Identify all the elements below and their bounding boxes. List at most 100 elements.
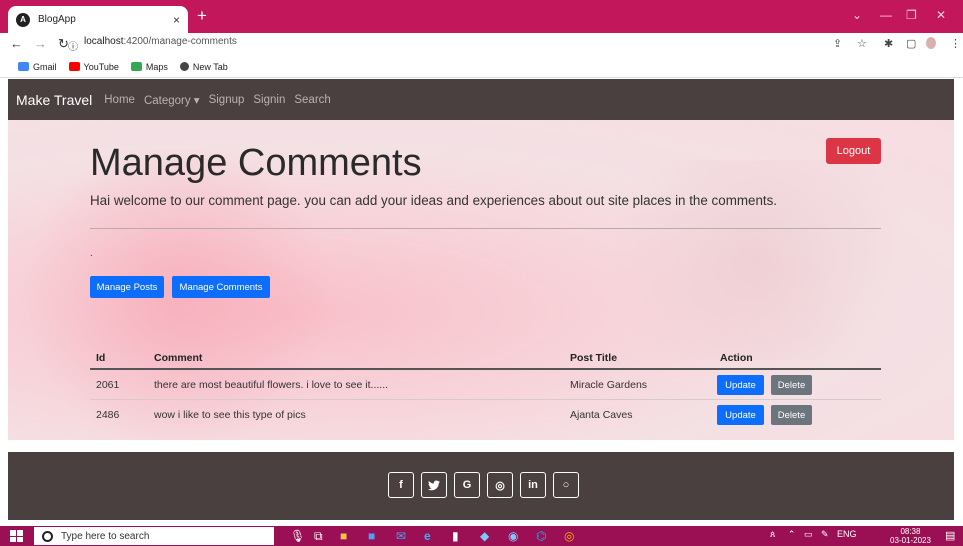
cell-id: 2061 <box>96 379 120 391</box>
facebook-icon[interactable]: f <box>388 472 414 498</box>
mail-icon[interactable]: ✉ <box>396 529 406 543</box>
cell-comment: wow i like to see this type of pics <box>154 409 306 421</box>
cell-post-title: Miracle Gardens <box>570 379 648 391</box>
page-title: Manage Comments <box>90 142 422 184</box>
gmail-icon <box>18 62 29 71</box>
bookmark-label: Gmail <box>33 61 57 72</box>
cortana-icon <box>42 530 53 542</box>
site-footer: f G ◎ in ○ <box>8 452 954 520</box>
manage-comments-button[interactable]: Manage Comments <box>172 276 270 298</box>
forward-icon[interactable]: → <box>34 36 47 51</box>
social-links: f G ◎ in ○ <box>388 472 586 498</box>
cell-comment: there are most beautiful flowers. i love… <box>154 379 389 391</box>
edge-icon[interactable]: e <box>424 529 431 543</box>
nav-category-dropdown[interactable]: Category ▾ <box>144 93 200 107</box>
menu-icon[interactable]: ⋮ <box>950 37 961 50</box>
chrome-icon[interactable]: ◎ <box>564 529 574 543</box>
window-close-icon[interactable]: ✕ <box>936 8 946 22</box>
task-view-icon[interactable]: ⧉ <box>314 529 323 544</box>
linkedin-icon[interactable]: in <box>520 472 546 498</box>
nav-search[interactable]: Search <box>294 94 330 106</box>
address-bar[interactable]: localhost:4200/manage-comments <box>84 36 237 47</box>
chevron-up-icon[interactable]: ⌃ <box>788 529 796 539</box>
angular-favicon-icon: A <box>16 12 30 27</box>
minimize-icon[interactable]: — <box>880 8 892 22</box>
url-host: localhost <box>84 36 124 47</box>
table-header: Id Comment Post Title Action <box>90 346 881 370</box>
table-row: 2061 there are most beautiful flowers. i… <box>90 370 881 400</box>
nav-signin[interactable]: Signin <box>253 94 285 106</box>
header-id: Id <box>96 352 106 364</box>
battery-icon[interactable]: ▭ <box>804 529 813 539</box>
search-placeholder: Type here to search <box>61 530 150 542</box>
browser-tab[interactable]: A BlogApp × <box>8 6 188 33</box>
share-icon[interactable]: ⇪ <box>833 37 842 50</box>
windows-start-icon[interactable] <box>10 530 24 542</box>
new-tab-button[interactable]: + <box>197 6 207 26</box>
delete-button[interactable]: Delete <box>771 375 812 395</box>
bookmark-label: Maps <box>145 61 168 72</box>
bookmark-label: New Tab <box>192 61 228 72</box>
main-content: Logout Manage Comments Hai welcome to ou… <box>8 120 954 440</box>
notepad-icon[interactable]: ▮ <box>452 529 459 543</box>
header-action: Action <box>720 352 753 364</box>
side-panel-icon[interactable]: ▢ <box>906 37 916 50</box>
delete-button[interactable]: Delete <box>771 405 812 425</box>
new-tab-icon <box>179 62 189 71</box>
logout-button[interactable]: Logout <box>826 138 881 164</box>
bookmark-maps[interactable]: Maps <box>130 61 168 72</box>
tab-title: BlogApp <box>38 14 76 25</box>
back-icon[interactable]: ← <box>10 36 23 51</box>
browser-tab-strip: A BlogApp × + ⌄ — ❐ ✕ <box>0 0 963 33</box>
browser-toolbar: ← → ↻ ⓘ localhost:4200/manage-comments ⇪… <box>0 33 963 56</box>
people-icon[interactable]: ጰ <box>770 529 775 539</box>
google-icon[interactable]: G <box>454 472 480 498</box>
tab-close-icon[interactable]: × <box>173 13 180 27</box>
divider <box>90 228 881 229</box>
vscode-icon[interactable]: ⌬ <box>536 529 546 543</box>
header-post-title: Post Title <box>570 352 618 364</box>
azure-icon[interactable]: ◆ <box>480 529 489 543</box>
bookmark-gmail[interactable]: Gmail <box>18 62 57 72</box>
bookmark-star-icon[interactable]: ☆ <box>857 37 867 50</box>
github-icon[interactable]: ○ <box>553 472 579 498</box>
url-path: :4200/manage-comments <box>123 36 237 47</box>
nav-signup[interactable]: Signup <box>209 94 245 106</box>
microphone-icon[interactable]: 🎙 <box>290 529 305 543</box>
taskbar-search-input[interactable]: Type here to search <box>34 527 274 545</box>
system-tray: ጰ ⌃ ▭ ✎ ENG <box>770 529 857 540</box>
extensions-icon[interactable]: ✱ <box>884 37 893 50</box>
maps-icon <box>130 62 142 71</box>
clock-time: 08:38 <box>900 527 921 536</box>
language-indicator[interactable]: ENG <box>837 529 857 539</box>
update-button[interactable]: Update <box>717 375 764 395</box>
dot-text: . <box>90 248 93 259</box>
notifications-icon[interactable]: ▤ <box>945 529 955 542</box>
restore-icon[interactable]: ❐ <box>906 8 917 22</box>
pen-icon[interactable]: ✎ <box>821 529 829 539</box>
comments-table: Id Comment Post Title Action 2061 there … <box>90 346 881 430</box>
instagram-icon[interactable]: ◎ <box>487 472 513 498</box>
store-icon[interactable]: ■ <box>368 529 375 543</box>
site-navbar: Make Travel Home Category ▾ Signup Signi… <box>8 79 954 120</box>
profile-avatar[interactable] <box>926 37 936 49</box>
bookmarks-bar: Gmail YouTube Maps New Tab <box>0 56 963 78</box>
windows-taskbar: Type here to search 🎙 ⧉ ■ ■ ✉ e ▮ ◆ ◉ ⌬ … <box>0 526 963 546</box>
twitter-icon[interactable] <box>421 472 447 498</box>
file-explorer-icon[interactable]: ■ <box>340 529 347 543</box>
cell-id: 2486 <box>96 409 120 421</box>
update-button[interactable]: Update <box>717 405 764 425</box>
site-info-icon[interactable]: ⓘ <box>68 38 78 53</box>
eclipse-icon[interactable]: ◉ <box>508 529 518 543</box>
bookmark-new-tab[interactable]: New Tab <box>179 61 228 72</box>
background-image <box>568 160 948 360</box>
tab-search-icon[interactable]: ⌄ <box>852 8 862 22</box>
manage-posts-button[interactable]: Manage Posts <box>90 276 164 298</box>
site-brand[interactable]: Make Travel <box>16 92 92 108</box>
nav-home[interactable]: Home <box>104 94 135 106</box>
header-comment: Comment <box>154 352 203 364</box>
table-row: 2486 wow i like to see this type of pics… <box>90 400 881 430</box>
taskbar-clock[interactable]: 08:38 03-01-2023 <box>890 527 931 545</box>
bookmark-youtube[interactable]: YouTube <box>68 62 119 72</box>
cell-post-title: Ajanta Caves <box>570 409 633 421</box>
